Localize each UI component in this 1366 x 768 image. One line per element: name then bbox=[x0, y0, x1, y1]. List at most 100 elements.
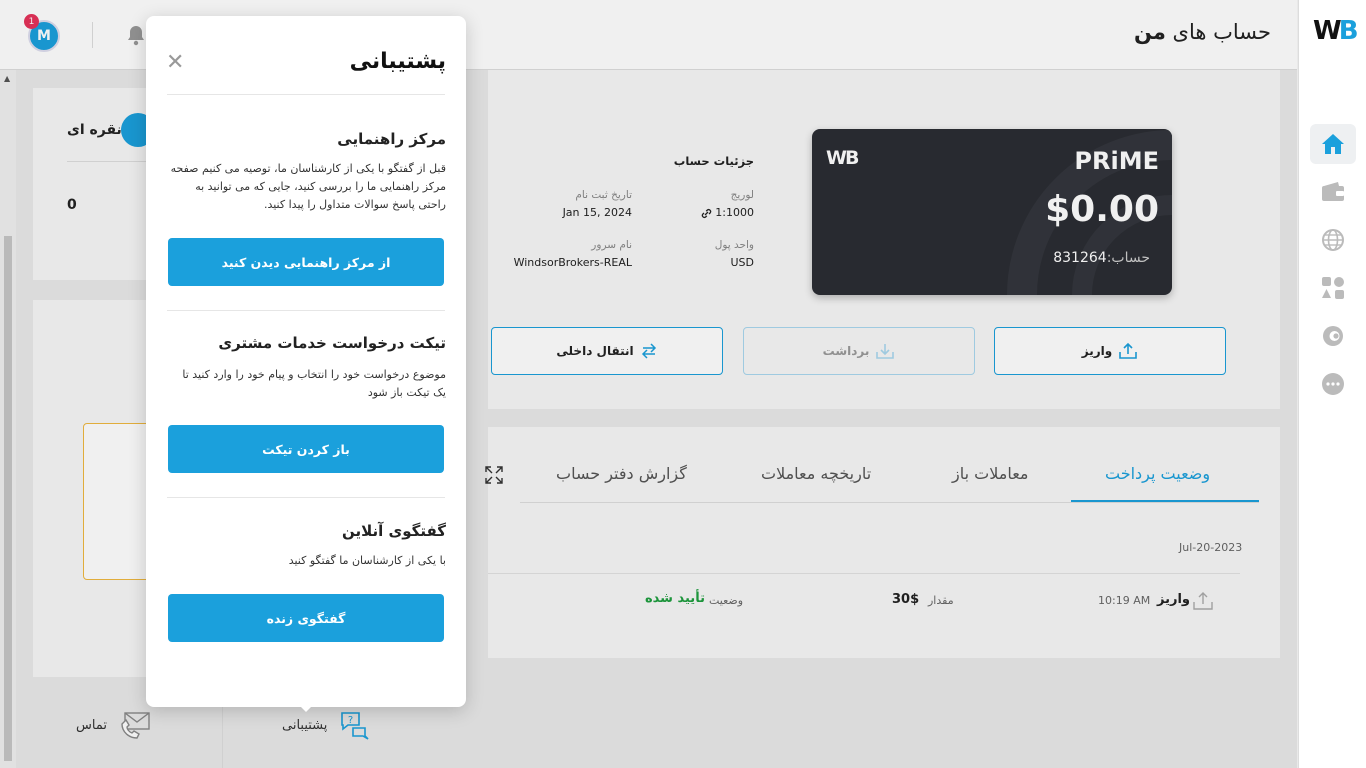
popup-divider-1 bbox=[167, 310, 445, 311]
avatar-initial: M bbox=[37, 28, 51, 44]
transaction-time: 10:19 AM bbox=[1098, 594, 1151, 607]
card-logo: WB bbox=[826, 147, 859, 169]
more-icon bbox=[1322, 373, 1344, 395]
leverage-value: 1:1000 bbox=[715, 206, 754, 219]
sidebar-item-globe[interactable] bbox=[1310, 220, 1356, 260]
sidebar-item-copytrade[interactable] bbox=[1310, 316, 1356, 356]
transaction-amount: 30$ bbox=[892, 592, 920, 607]
silver-value: 0 bbox=[67, 197, 77, 213]
currency-value: USD bbox=[730, 256, 754, 269]
logo-b: B bbox=[1338, 16, 1359, 46]
mail-phone-icon bbox=[121, 712, 150, 739]
support-popup: پشتیبانی ✕ مرکز راهنمایی قبل از گفتگو با… bbox=[146, 16, 466, 707]
right-sidebar: WB bbox=[1298, 0, 1366, 768]
app-logo[interactable]: WB bbox=[1313, 16, 1359, 46]
internal-transfer-button[interactable]: انتقال داخلی bbox=[491, 327, 723, 375]
transaction-upload-icon bbox=[1192, 591, 1214, 614]
support-chat-icon: ? bbox=[341, 712, 369, 740]
popup-title: پشتیبانی bbox=[349, 49, 446, 74]
home-icon bbox=[1322, 134, 1344, 154]
page-title-regular: حساب های bbox=[1172, 20, 1271, 44]
activity-tabs-card bbox=[488, 427, 1280, 658]
registered-value: Jan 15, 2024 bbox=[562, 206, 632, 219]
currency-label: واحد پول bbox=[714, 239, 754, 251]
currency-block: واحد پول USD bbox=[715, 239, 754, 269]
server-value: WindsorBrokers-REAL bbox=[513, 256, 632, 269]
help-center-title: مرکز راهنمایی bbox=[337, 130, 446, 148]
help-center-desc: قبل از گفتگو با یکی از کارشناسان ما، توص… bbox=[170, 162, 446, 211]
server-label: نام سرور bbox=[591, 239, 632, 251]
leverage-value-line: 1:1000 bbox=[701, 206, 754, 219]
withdraw-button[interactable]: برداشت bbox=[743, 327, 975, 375]
sidebar-item-home[interactable] bbox=[1310, 124, 1356, 164]
deposit-button[interactable]: واریز bbox=[994, 327, 1226, 375]
support-label: پشتیبانی bbox=[282, 717, 328, 733]
registered-label: تاریخ ثبت نام bbox=[575, 189, 632, 201]
details-title: جزئیات حساب bbox=[673, 154, 754, 168]
notification-badge: 1 bbox=[24, 14, 39, 29]
transaction-divider bbox=[488, 573, 1240, 574]
account-type: PRiME bbox=[1074, 147, 1159, 175]
page-title: حساب های من bbox=[1134, 20, 1271, 44]
tab-open-trades[interactable]: معاملات باز bbox=[952, 464, 1028, 483]
link-icon bbox=[702, 208, 712, 218]
silver-divider bbox=[67, 161, 157, 162]
page-title-bold: من bbox=[1133, 20, 1166, 44]
copytrade-icon bbox=[1323, 326, 1343, 346]
logo-w: W bbox=[1313, 16, 1342, 46]
live-chat-button[interactable]: گفتگوی زنده bbox=[168, 594, 444, 642]
download-icon bbox=[876, 344, 895, 359]
account-number: 831264 bbox=[1053, 250, 1107, 266]
transaction-status: تأیید شده bbox=[645, 591, 705, 606]
transaction-amount-label: مقدار bbox=[928, 594, 954, 607]
server-block: نام سرور WindsorBrokers-REAL bbox=[514, 239, 632, 269]
upload-icon bbox=[1119, 342, 1138, 359]
tab-payment-status[interactable]: وضعیت پرداخت bbox=[1105, 464, 1210, 483]
contact-link[interactable]: تماس bbox=[76, 710, 153, 740]
globe-icon bbox=[1322, 229, 1344, 251]
transaction-type: واریز bbox=[1157, 592, 1190, 607]
bell-icon[interactable] bbox=[126, 24, 146, 50]
account-number-label: حساب: bbox=[1106, 250, 1150, 266]
expand-icon[interactable] bbox=[484, 465, 504, 489]
tab-ledger-report[interactable]: گزارش دفتر حساب bbox=[556, 464, 687, 483]
notification-count: 1 bbox=[28, 16, 35, 27]
tab-trade-history[interactable]: تاریخچه معاملات bbox=[761, 464, 871, 483]
prime-account-card[interactable]: WB PRiME $0.00 حساب:831264 bbox=[812, 129, 1172, 295]
sidebar-item-more[interactable] bbox=[1310, 364, 1356, 404]
active-tab-indicator bbox=[1071, 500, 1259, 502]
svg-text:?: ? bbox=[348, 715, 353, 726]
transfer-label: انتقال داخلی bbox=[556, 344, 634, 358]
open-ticket-button[interactable]: باز کردن تیکت bbox=[168, 425, 444, 473]
sidebar-item-wallet[interactable] bbox=[1310, 172, 1356, 212]
account-balance: $0.00 bbox=[1045, 189, 1159, 230]
ticket-title: تیکت درخواست خدمات مشتری bbox=[218, 334, 446, 352]
live-chat-title: گفتگوی آنلاین bbox=[341, 522, 446, 540]
popup-arrow bbox=[298, 704, 314, 712]
account-number-line: حساب:831264 bbox=[1053, 250, 1150, 266]
silver-label: نقره ای bbox=[67, 122, 122, 138]
transaction-status-label: وضعیت bbox=[709, 594, 744, 607]
ticket-desc: موضوع درخواست خود را انتخاب و پیام خود ر… bbox=[182, 368, 446, 399]
contact-label: تماس bbox=[76, 717, 107, 733]
wallet-icon bbox=[1322, 182, 1344, 201]
support-link[interactable]: ? پشتیبانی bbox=[282, 710, 371, 740]
scrollbar-thumb[interactable] bbox=[4, 236, 12, 761]
scroll-up-arrow-icon[interactable]: ▲ bbox=[4, 74, 10, 83]
transaction-date: Jul-20-2023 bbox=[1179, 541, 1243, 554]
visit-help-center-button[interactable]: از مرکز راهنمایی دیدن کنید bbox=[168, 238, 444, 286]
transfer-arrows-icon bbox=[641, 343, 656, 359]
header-divider bbox=[92, 22, 93, 48]
close-icon[interactable]: ✕ bbox=[166, 52, 184, 74]
deposit-label: واریز bbox=[1081, 344, 1113, 358]
withdraw-label: برداشت bbox=[822, 344, 870, 358]
apps-icon bbox=[1322, 277, 1344, 299]
live-chat-desc: با یکی از کارشناسان ما گفتگو کنید bbox=[288, 554, 446, 567]
registered-block: تاریخ ثبت نام Jan 15, 2024 bbox=[563, 189, 632, 219]
popup-divider-2 bbox=[167, 497, 445, 498]
leverage-block: لوریج 1:1000 bbox=[701, 189, 754, 219]
sidebar-item-apps[interactable] bbox=[1310, 268, 1356, 308]
leverage-label: لوریج bbox=[730, 189, 754, 201]
popup-divider-top bbox=[167, 94, 445, 95]
tabs-divider bbox=[520, 502, 1259, 503]
